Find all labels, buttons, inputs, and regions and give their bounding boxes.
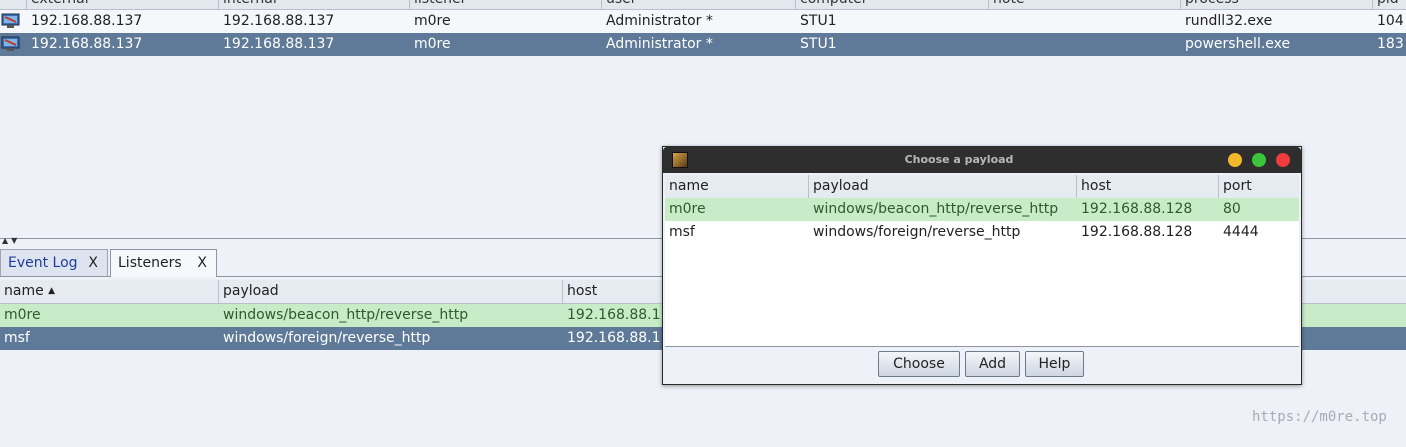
col-payload[interactable]: payload xyxy=(219,280,279,303)
beacon-pid: 104 xyxy=(1377,13,1404,29)
listener-name: msf xyxy=(4,330,30,346)
col-computer[interactable]: computer xyxy=(795,0,868,9)
col-listener[interactable]: listener xyxy=(409,0,466,9)
col-external[interactable]: external xyxy=(26,0,89,9)
sort-asc-icon: ▲ xyxy=(48,286,56,296)
payload-host: 192.168.88.128 xyxy=(1081,201,1193,217)
beacon-table-header: external internal listener user computer… xyxy=(0,0,1406,10)
payload-port: 80 xyxy=(1223,201,1241,217)
tab-label: Listeners xyxy=(118,255,182,271)
col-pid[interactable]: pid xyxy=(1372,0,1399,9)
col-host[interactable]: host xyxy=(563,280,597,303)
beacon-process: rundll32.exe xyxy=(1185,13,1273,29)
payload-name: m0re xyxy=(669,201,706,217)
tab-close-button[interactable]: X xyxy=(88,250,98,277)
minimize-button[interactable] xyxy=(1228,153,1242,167)
payload-name: msf xyxy=(669,224,695,240)
listener-host: 192.168.88.1 xyxy=(567,307,661,323)
tab-label: Event Log xyxy=(8,255,78,271)
beacon-session-icon xyxy=(1,13,20,29)
beacon-pid: 183 xyxy=(1377,36,1404,52)
beacon-listener: m0re xyxy=(414,36,451,52)
beacon-internal: 192.168.88.137 xyxy=(223,36,335,52)
payload-row[interactable]: m0re windows/beacon_http/reverse_http 19… xyxy=(665,198,1299,221)
col-name-label: name xyxy=(4,283,44,299)
payload-table-body: m0re windows/beacon_http/reverse_http 19… xyxy=(665,198,1299,347)
col-internal[interactable]: internal xyxy=(218,0,277,9)
col-name[interactable]: name ▲ xyxy=(0,280,55,303)
beacon-external: 192.168.88.137 xyxy=(31,36,143,52)
beacon-row[interactable]: 192.168.88.137 192.168.88.137 m0re Admin… xyxy=(0,33,1406,56)
payload-port: 4444 xyxy=(1223,224,1259,240)
col-name[interactable]: name xyxy=(665,175,709,198)
dialog-title: Choose a payload xyxy=(904,153,1014,166)
choose-payload-dialog: Choose a payload name payload host port … xyxy=(662,146,1302,385)
help-button[interactable]: Help xyxy=(1025,351,1084,377)
split-pane-arrows[interactable]: ▲▼ xyxy=(2,236,20,245)
maximize-button[interactable] xyxy=(1252,153,1266,167)
col-process[interactable]: process xyxy=(1180,0,1239,9)
beacon-computer: STU1 xyxy=(800,36,837,52)
listener-payload: windows/foreign/reverse_http xyxy=(223,330,431,346)
add-button[interactable]: Add xyxy=(965,351,1020,377)
col-user[interactable]: user xyxy=(601,0,637,9)
beacon-listener: m0re xyxy=(414,13,451,29)
beacon-process: powershell.exe xyxy=(1185,36,1291,52)
col-host[interactable]: host xyxy=(1077,175,1111,198)
watermark-url: https://m0re.top xyxy=(1252,409,1387,425)
beacon-internal: 192.168.88.137 xyxy=(223,13,335,29)
beacon-computer: STU1 xyxy=(800,13,837,29)
tab-event-log[interactable]: Event Log X xyxy=(0,249,108,276)
payload-host: 192.168.88.128 xyxy=(1081,224,1193,240)
payload-type: windows/beacon_http/reverse_http xyxy=(813,201,1059,217)
col-note[interactable]: note xyxy=(988,0,1025,9)
listener-payload: windows/beacon_http/reverse_http xyxy=(223,307,469,323)
dialog-titlebar[interactable]: Choose a payload xyxy=(663,147,1301,173)
col-port[interactable]: port xyxy=(1219,175,1252,198)
beacon-session-icon xyxy=(1,36,20,52)
payload-type: windows/foreign/reverse_http xyxy=(813,224,1021,240)
beacon-user: Administrator * xyxy=(606,13,713,29)
beacon-external: 192.168.88.137 xyxy=(31,13,143,29)
payload-table-header: name payload host port xyxy=(665,175,1299,199)
beacon-row[interactable]: 192.168.88.137 192.168.88.137 m0re Admin… xyxy=(0,10,1406,33)
payload-row[interactable]: msf windows/foreign/reverse_http 192.168… xyxy=(665,221,1299,244)
tab-close-button[interactable]: X xyxy=(197,250,207,277)
close-button[interactable] xyxy=(1276,153,1290,167)
listener-host: 192.168.88.1 xyxy=(567,330,661,346)
choose-button[interactable]: Choose xyxy=(878,351,960,377)
col-payload[interactable]: payload xyxy=(809,175,869,198)
tab-listeners[interactable]: Listeners X xyxy=(110,249,217,277)
beacon-user: Administrator * xyxy=(606,36,713,52)
listener-name: m0re xyxy=(4,307,41,323)
